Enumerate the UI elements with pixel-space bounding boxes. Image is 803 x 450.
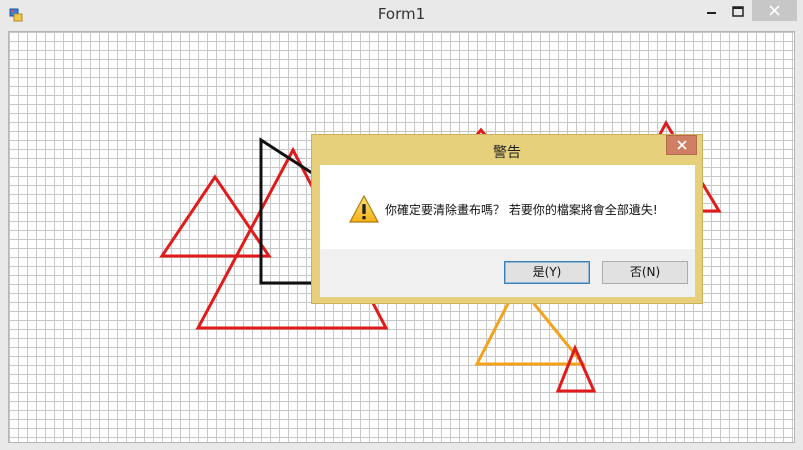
dialog-body: 你確定要清除畫布嗎？ 若要你的檔案將會全部遺失! 是(Y) 否(N) [320,165,695,297]
minimize-button[interactable] [700,2,722,22]
main-window: Form1 警告 你確定要清除畫布嗎？ 若要你的檔案將會全部遺失! 是(Y) 否… [0,0,803,450]
warning-dialog: 警告 你確定要清除畫布嗎？ 若要你的檔案將會全部遺失! 是(Y) 否(N) [311,134,703,304]
dialog-title: 警告 [493,145,521,161]
no-button[interactable]: 否(N) [602,261,688,284]
close-button[interactable] [752,0,797,21]
dialog-close-button[interactable] [666,135,697,155]
close-icon [676,140,687,150]
warning-icon [348,194,380,223]
dialog-message: 你確定要清除畫布嗎？ 若要你的檔案將會全部遺失! [385,203,658,217]
yes-button[interactable]: 是(Y) [504,261,590,284]
minimize-icon [707,12,716,14]
dialog-button-bar: 是(Y) 否(N) [320,249,695,297]
title-bar[interactable]: Form1 [0,0,803,30]
window-title: Form1 [377,5,426,23]
close-icon [769,5,780,16]
red-triangle-small-left [159,174,272,258]
maximize-button[interactable] [727,2,749,22]
